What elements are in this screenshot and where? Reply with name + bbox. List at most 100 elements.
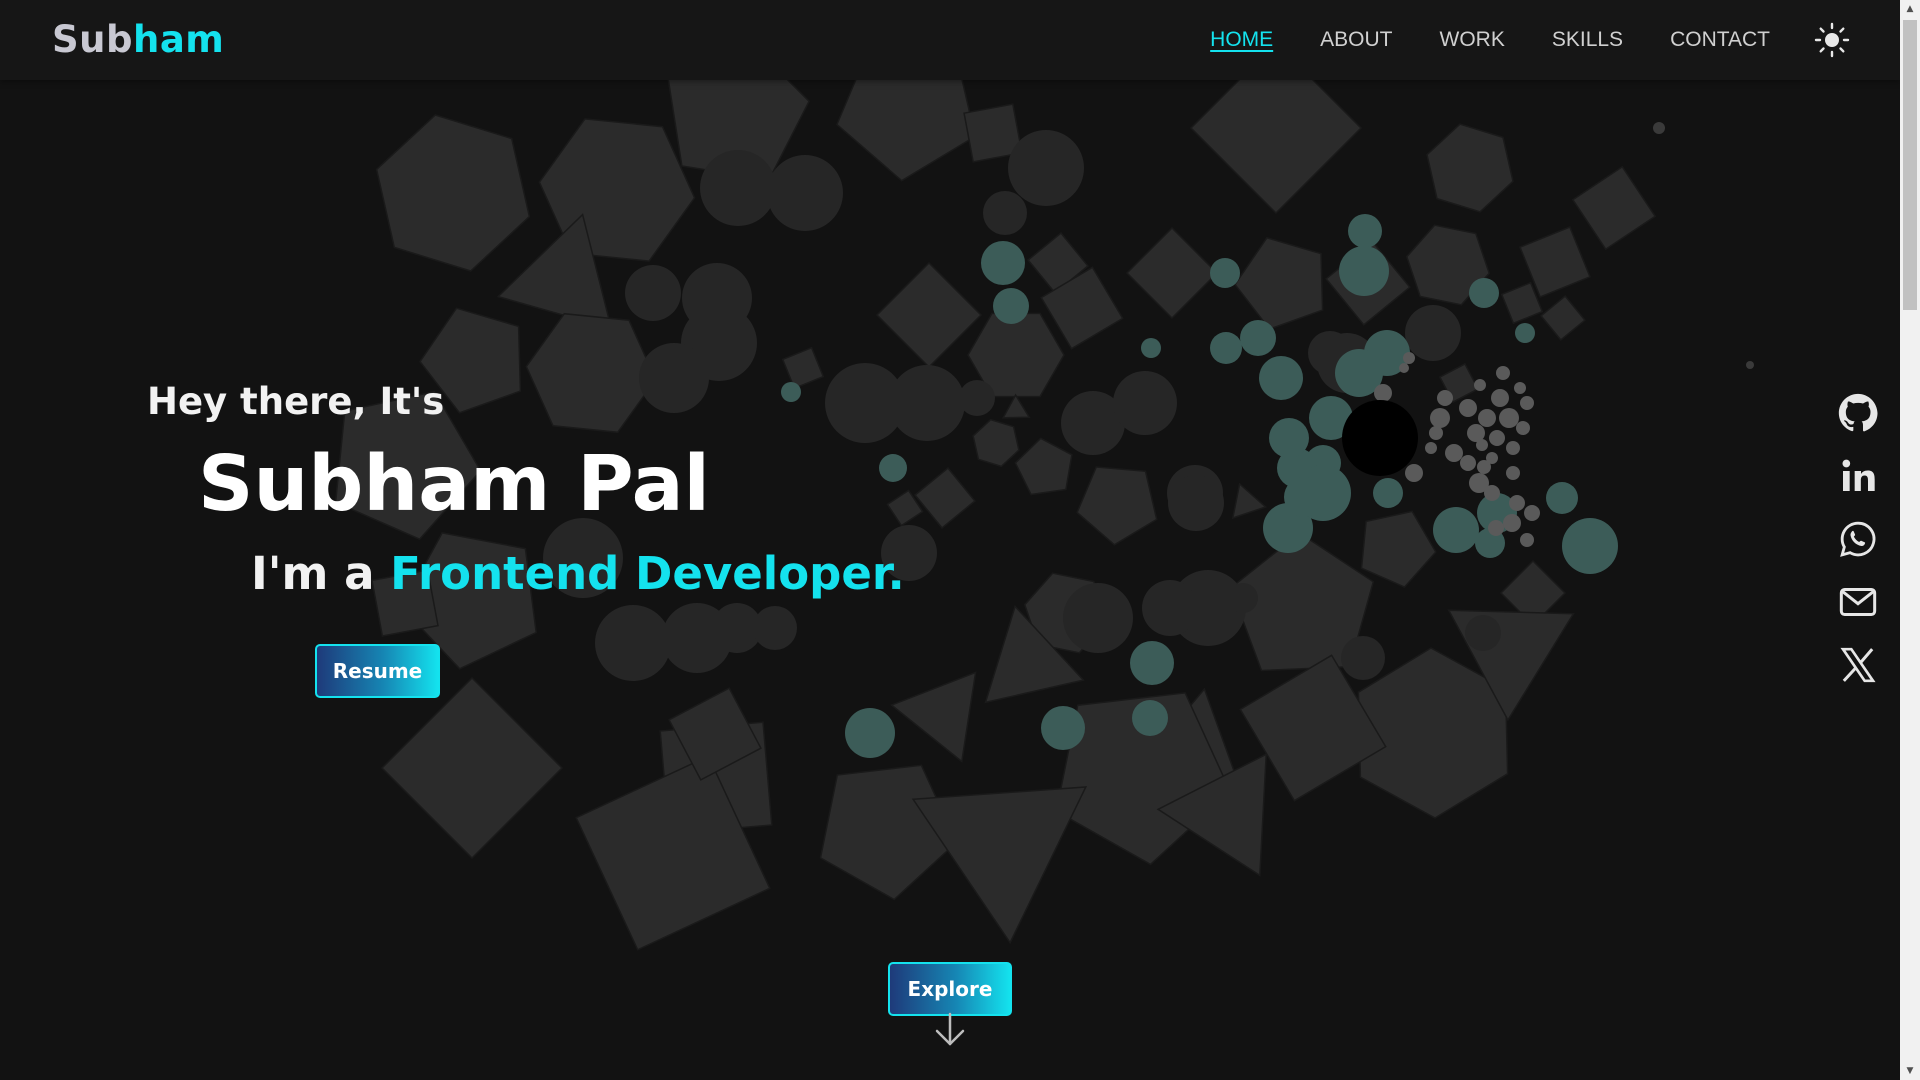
sun-icon [1814,22,1850,58]
social-links [1838,393,1880,708]
nav-home[interactable]: HOME [1210,28,1273,52]
bg-bubble [879,454,907,482]
bg-shape [1426,123,1514,213]
bg-bubble [1503,514,1521,532]
bg-bubble [1063,583,1133,653]
github-link[interactable] [1838,393,1878,433]
bg-bubble [1240,320,1276,356]
whatsapp-icon [1840,521,1876,557]
bg-shape [1234,236,1324,330]
bg-bubble [1445,444,1463,462]
bg-shape [1540,295,1586,341]
bg-shape [781,346,825,390]
bg-shape [1571,165,1657,251]
bg-bubble [1433,507,1479,553]
bg-bubble [595,605,671,681]
bg-bubble [1524,505,1540,521]
bg-bubble [1339,246,1389,296]
bg-bubble [1348,214,1382,248]
bg-bubble [1465,615,1501,651]
bg-bubble [1374,384,1392,402]
bg-bubble [1430,408,1450,428]
bg-shape [375,114,531,272]
bg-bubble [1546,482,1578,514]
theme-toggle-button[interactable] [1814,22,1850,58]
bg-bubble [1341,636,1385,680]
bg-bubble [1478,409,1496,427]
linkedin-link[interactable] [1838,456,1878,496]
bg-shape [1076,466,1158,546]
bg-bubble [1429,426,1443,440]
bg-shape [875,261,983,369]
bg-bubble [1405,464,1423,482]
bg-bubble [1491,389,1509,407]
bg-bubble [1520,396,1534,410]
hero-name: Subham Pal [198,440,710,529]
bg-bubble [889,365,965,441]
bg-bubble [1509,495,1525,511]
github-icon [1838,393,1878,432]
bg-shape [1014,437,1073,496]
bg-shape [890,671,977,763]
whatsapp-link[interactable] [1838,519,1878,559]
nav-work[interactable]: WORK [1440,28,1505,52]
bg-bubble [1041,706,1085,750]
bg-shape [1001,393,1031,419]
scroll-up-arrow[interactable]: ▲ [1900,0,1920,18]
bg-bubble [1142,580,1198,636]
bg-bubble [1168,475,1224,531]
background-shapes-canvas [334,37,1754,951]
bg-bubble [981,241,1025,285]
nav-contact[interactable]: CONTACT [1670,28,1770,52]
bg-shape [914,467,976,529]
arrow-down-icon[interactable] [934,1012,966,1048]
bg-bubble [959,380,995,416]
bg-bubble [1484,485,1500,501]
nav-skills[interactable]: SKILLS [1552,28,1623,52]
bg-bubble [1259,356,1303,400]
bg-bubble [767,155,843,231]
scroll-thumb[interactable] [1903,20,1917,310]
resume-button[interactable]: Resume [315,644,440,698]
bg-bubble [1514,382,1526,394]
bg-bubble [1474,379,1486,391]
bg-bubble [1373,478,1403,508]
nav-about[interactable]: ABOUT [1320,28,1392,52]
bg-bubble [1520,533,1534,547]
bg-bubble [639,343,709,413]
explore-button[interactable]: Explore [888,962,1012,1016]
bg-bubble [1562,518,1618,574]
navbar: Subham HOME ABOUT WORK SKILLS CONTACT [0,0,1900,80]
bg-bubble [1425,442,1437,454]
bg-bubble [1141,338,1161,358]
vertical-scrollbar[interactable]: ▲ ▼ [1900,0,1920,1080]
x-link[interactable] [1838,645,1878,685]
hero-greeting: Hey there, It's [147,380,445,423]
bg-bubble [1405,305,1461,361]
bg-bubble [1459,399,1477,417]
bg-bubble [1132,700,1168,736]
bg-bubble [1516,421,1530,435]
bg-shape [911,786,1088,945]
bg-bubble [753,606,797,650]
bg-bubble [1399,363,1409,373]
logo[interactable]: Subham [52,18,224,61]
bg-bubble [1746,361,1754,369]
bg-bubble [1403,352,1415,364]
scroll-down-arrow[interactable]: ▼ [1900,1062,1920,1080]
bg-bubble [781,382,801,402]
bg-bubble [1506,466,1520,480]
bg-shape [1360,510,1437,589]
email-link[interactable] [1838,582,1878,622]
bg-shape [1125,226,1219,320]
bg-bubble [1342,400,1418,476]
bg-bubble [1437,390,1453,406]
page-viewport: Subham HOME ABOUT WORK SKILLS CONTACT He… [0,0,1900,1080]
bg-bubble [1228,583,1258,613]
bg-bubble [1284,477,1324,517]
x-icon [1840,647,1876,683]
bg-bubble [1210,258,1240,288]
bg-bubble [625,265,681,321]
bg-bubble [700,150,776,226]
bg-bubble [1460,455,1476,471]
